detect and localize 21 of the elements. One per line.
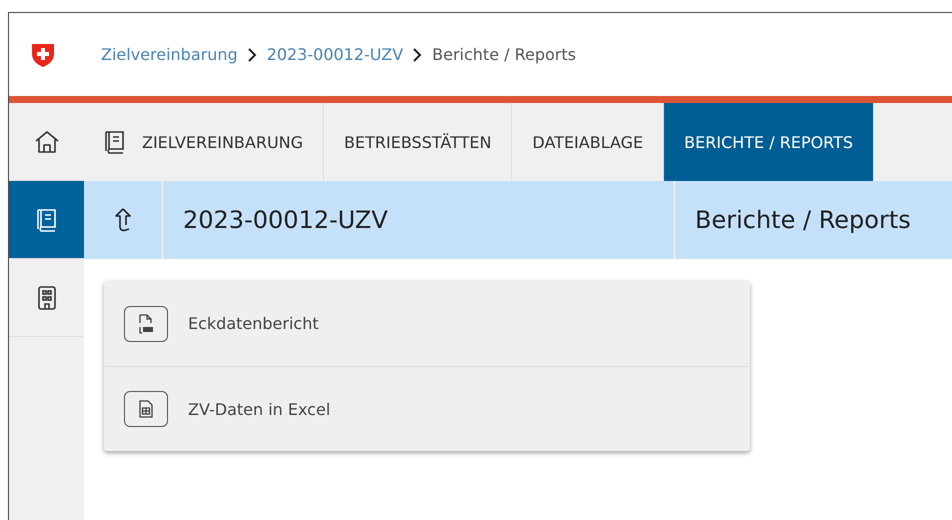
- book-icon: [36, 208, 58, 232]
- breadcrumb-link[interactable]: Zielvereinbarung: [101, 45, 238, 64]
- spreadsheet-file-icon: [138, 399, 154, 419]
- pdf-file-icon: [137, 312, 155, 334]
- chevron-right-icon: [248, 48, 257, 62]
- breadcrumb-current: Berichte / Reports: [432, 45, 576, 64]
- building-icon: [36, 286, 56, 310]
- swiss-shield-logo: [31, 42, 55, 68]
- file-button[interactable]: [124, 391, 168, 427]
- chevron-right-icon: [413, 48, 422, 62]
- record-title: 2023-00012-UZV: [163, 181, 675, 259]
- section-title: Berichte / Reports: [694, 205, 911, 236]
- report-link[interactable]: ZV-Daten in Excel: [188, 400, 330, 418]
- sidebar-item[interactable]: [9, 181, 84, 259]
- file-button[interactable]: [124, 306, 168, 342]
- home-icon: [34, 128, 60, 154]
- nav-tab[interactable]: BERICHTE / REPORTS: [664, 103, 874, 181]
- breadcrumb-link[interactable]: 2023-00012-UZV: [266, 45, 404, 64]
- report-link[interactable]: Eckdatenbericht: [188, 314, 319, 333]
- book-icon: [104, 130, 126, 154]
- back-arrow-icon[interactable]: [113, 207, 133, 233]
